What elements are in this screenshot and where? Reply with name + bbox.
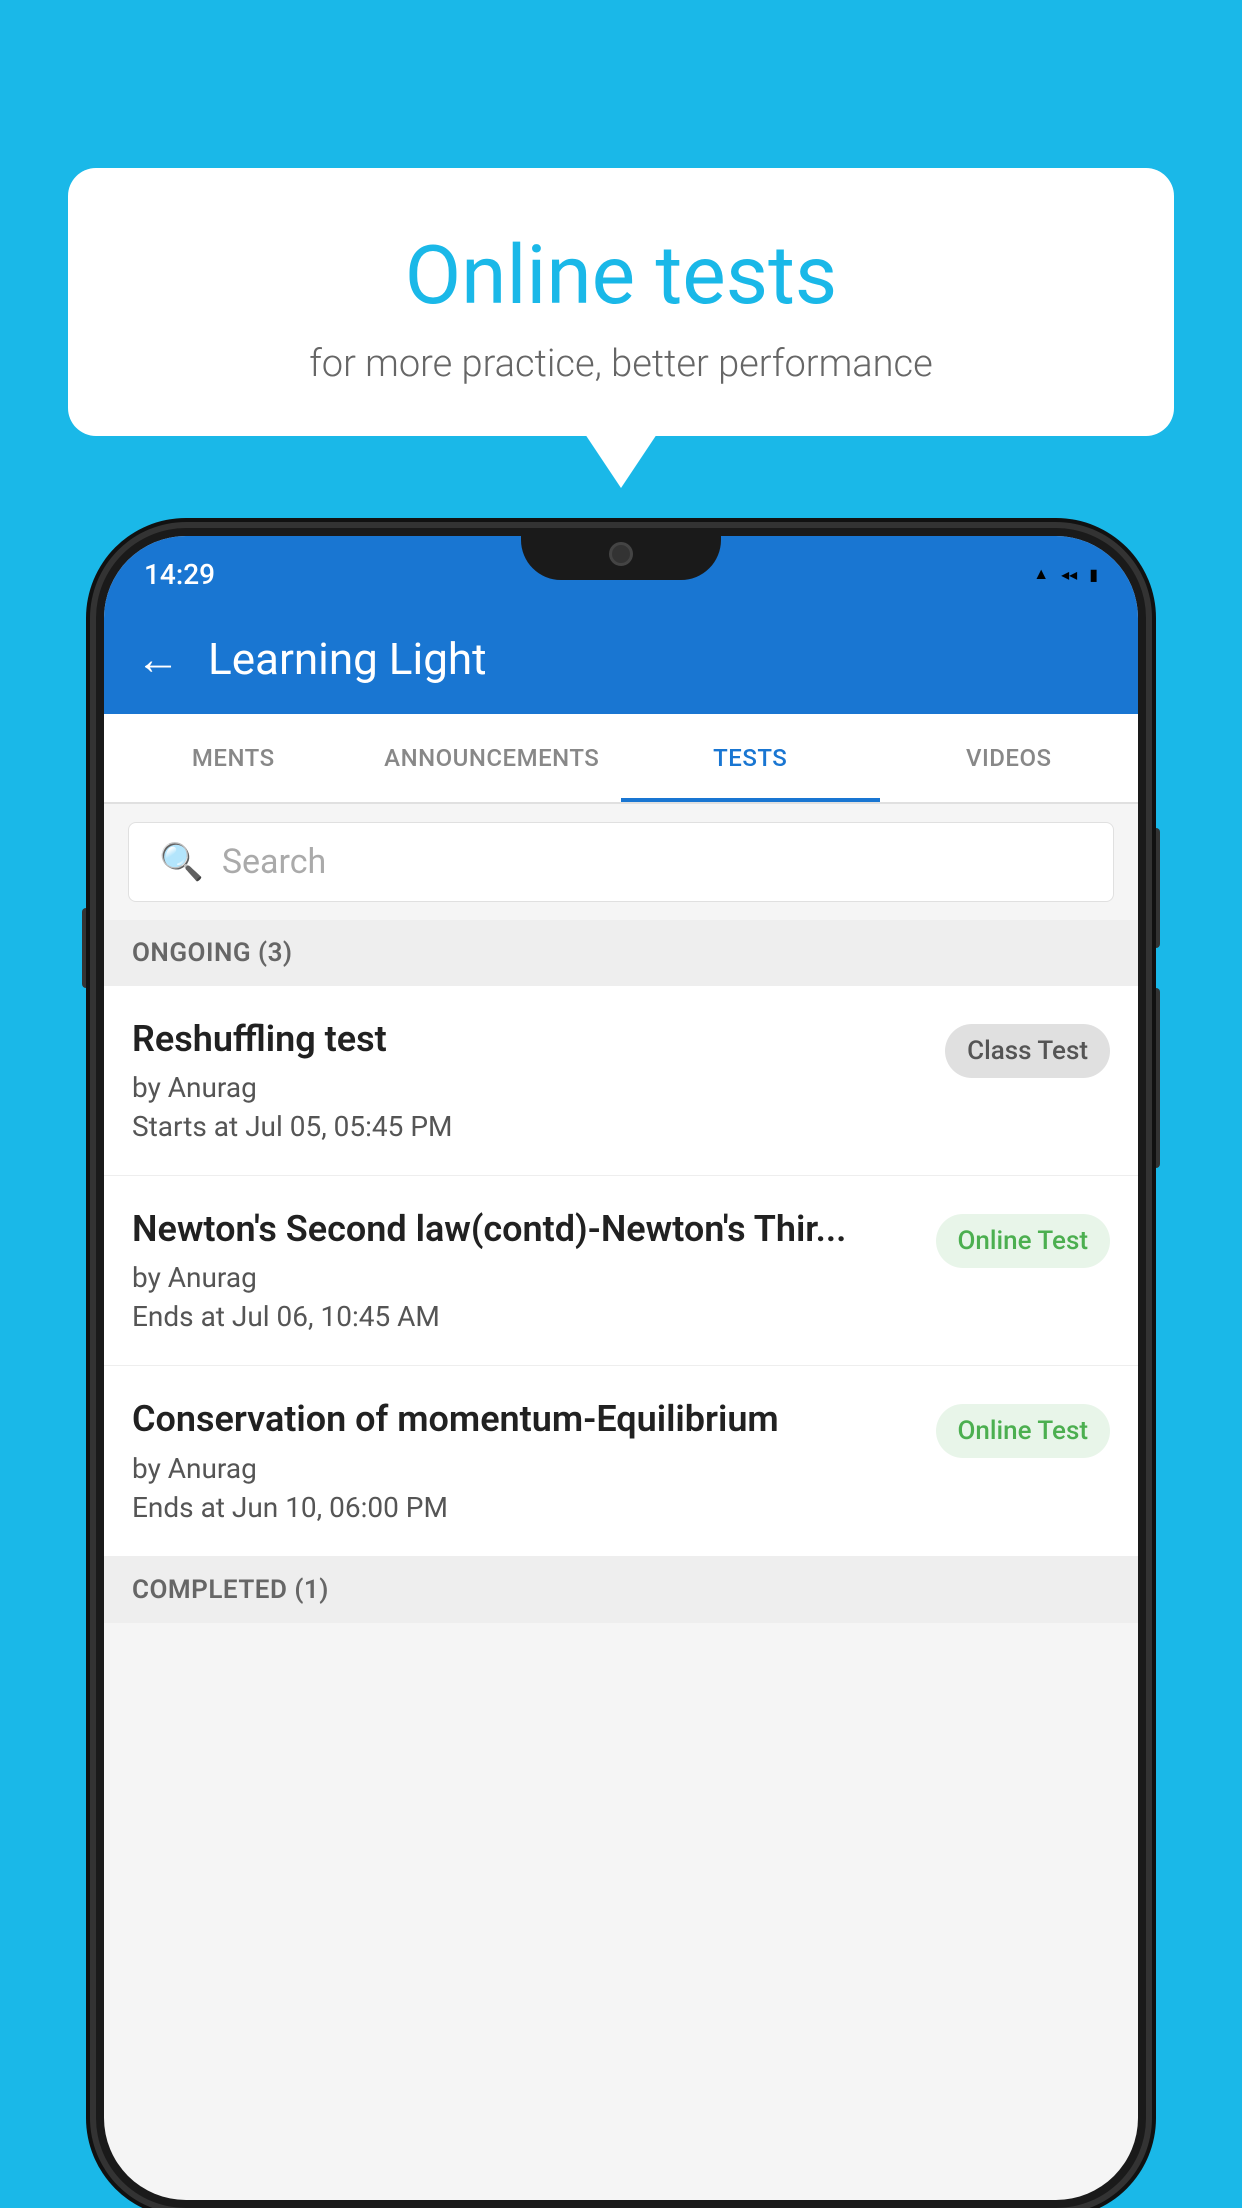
phone-frame: 14:29 ▲ ◂◂ ▮ ← Learning Light MENTS ANNO… xyxy=(96,528,1146,2208)
test-date-1: Starts at Jul 05, 05:45 PM xyxy=(132,1110,925,1143)
tabs-bar: MENTS ANNOUNCEMENTS TESTS VIDEOS xyxy=(104,714,1138,804)
test-info-1: Reshuffling test by Anurag Starts at Jul… xyxy=(132,1018,945,1143)
speech-bubble: Online tests for more practice, better p… xyxy=(68,168,1174,436)
app-title: Learning Light xyxy=(208,633,487,685)
tab-announcements[interactable]: ANNOUNCEMENTS xyxy=(363,714,622,802)
test-author-1: by Anurag xyxy=(132,1071,925,1104)
tab-ments[interactable]: MENTS xyxy=(104,714,363,802)
battery-icon: ▮ xyxy=(1089,565,1098,584)
search-container: 🔍 Search xyxy=(104,804,1138,920)
ongoing-section-header: ONGOING (3) xyxy=(104,920,1138,986)
test-name-1: Reshuffling test xyxy=(132,1018,925,1061)
phone-notch xyxy=(521,528,721,580)
test-item-1[interactable]: Reshuffling test by Anurag Starts at Jul… xyxy=(104,986,1138,1176)
tab-tests[interactable]: TESTS xyxy=(621,714,880,802)
wifi-icon: ▲ xyxy=(1033,564,1049,584)
volume-down-button xyxy=(1146,988,1160,1168)
test-item-2[interactable]: Newton's Second law(contd)-Newton's Thir… xyxy=(104,1176,1138,1366)
status-time: 14:29 xyxy=(144,558,215,591)
test-badge-2: Online Test xyxy=(936,1214,1111,1268)
status-icons: ▲ ◂◂ ▮ xyxy=(1033,564,1098,584)
phone-screen: 14:29 ▲ ◂◂ ▮ ← Learning Light MENTS ANNO… xyxy=(104,536,1138,2200)
search-input[interactable]: Search xyxy=(222,842,326,882)
test-author-2: by Anurag xyxy=(132,1261,916,1294)
search-icon: 🔍 xyxy=(159,841,204,883)
bubble-title: Online tests xyxy=(128,228,1114,324)
phone-device: 14:29 ▲ ◂◂ ▮ ← Learning Light MENTS ANNO… xyxy=(96,528,1146,2208)
volume-button xyxy=(82,908,96,988)
completed-section-header: COMPLETED (1) xyxy=(104,1557,1138,1623)
test-info-3: Conservation of momentum-Equilibrium by … xyxy=(132,1398,936,1523)
back-button[interactable]: ← xyxy=(136,633,180,685)
test-name-3: Conservation of momentum-Equilibrium xyxy=(132,1398,916,1441)
test-name-2: Newton's Second law(contd)-Newton's Thir… xyxy=(132,1208,916,1251)
app-header: ← Learning Light xyxy=(104,604,1138,714)
test-author-3: by Anurag xyxy=(132,1452,916,1485)
test-info-2: Newton's Second law(contd)-Newton's Thir… xyxy=(132,1208,936,1333)
tab-videos[interactable]: VIDEOS xyxy=(880,714,1139,802)
test-item-3[interactable]: Conservation of momentum-Equilibrium by … xyxy=(104,1366,1138,1556)
test-list: Reshuffling test by Anurag Starts at Jul… xyxy=(104,986,1138,1557)
bubble-subtitle: for more practice, better performance xyxy=(128,342,1114,386)
signal-icon: ◂◂ xyxy=(1061,565,1077,584)
search-bar[interactable]: 🔍 Search xyxy=(128,822,1114,902)
test-badge-1: Class Test xyxy=(945,1024,1110,1078)
test-badge-3: Online Test xyxy=(936,1404,1111,1458)
power-button xyxy=(1146,828,1160,948)
test-date-3: Ends at Jun 10, 06:00 PM xyxy=(132,1491,916,1524)
camera xyxy=(609,542,633,566)
test-date-2: Ends at Jul 06, 10:45 AM xyxy=(132,1300,916,1333)
